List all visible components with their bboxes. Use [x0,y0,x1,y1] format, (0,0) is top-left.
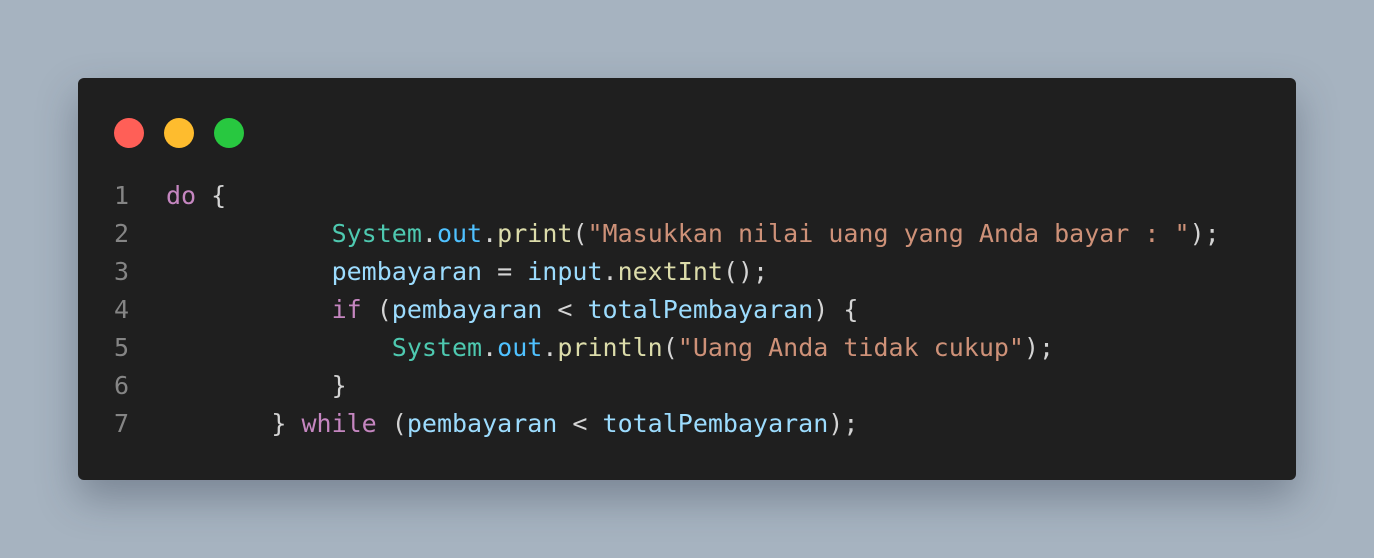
code-line: 6 } [78,367,1296,405]
line-number: 1 [114,181,130,210]
code-line: 3 pembayaran = input.nextInt(); [78,253,1296,291]
line-number: 5 [114,333,130,362]
line-number: 4 [114,295,130,324]
code-token: while [301,409,377,438]
code-line: 4 if (pembayaran < totalPembayaran) { [78,291,1296,329]
code-token: out [497,333,543,362]
code-text: System.out.print("Masukkan nilai uang ya… [166,215,1220,253]
code-token: System [331,219,422,248]
code-text: System.out.println("Uang Anda tidak cuku… [166,329,1054,367]
code-token: = [482,257,528,286]
code-token: ( [376,409,407,438]
code-token: print [497,219,573,248]
code-token: < [557,409,603,438]
line-number: 2 [114,219,130,248]
code-line: 2 System.out.print("Masukkan nilai uang … [78,215,1296,253]
code-token: "Masukkan nilai uang yang Anda bayar : " [587,219,1190,248]
code-text: pembayaran = input.nextInt(); [166,253,769,291]
code-token: totalPembayaran [587,295,814,324]
code-token: println [557,333,663,362]
code-token: . [482,333,498,362]
code-token: pembayaran [391,295,543,324]
code-token: { [196,181,227,210]
line-number: 3 [114,257,130,286]
code-token: do [166,181,197,210]
code-token: totalPembayaran [602,409,829,438]
code-token: } [271,409,302,438]
code-token: ); [1189,219,1220,248]
code-token: ); [1023,333,1055,362]
code-line: 5 System.out.println("Uang Anda tidak cu… [78,329,1296,367]
line-number: 7 [114,409,130,438]
code-text: } while (pembayaran < totalPembayaran); [166,405,858,443]
code-token: pembayaran [331,257,483,286]
code-token: . [482,219,498,248]
code-token: . [602,257,618,286]
code-token: < [542,295,588,324]
code-token: System [391,333,483,362]
code-text: if (pembayaran < totalPembayaran) { [166,291,859,329]
code-window: 1 do {2 System.out.print("Masukkan nilai … [78,78,1296,480]
code-token: (); [722,257,769,286]
code-text: } [166,367,347,405]
line-number: 6 [114,371,130,400]
code-block: 1 do {2 System.out.print("Masukkan nilai … [78,177,1296,443]
code-token: "Uang Anda tidak cukup" [677,333,1024,362]
code-token: ( [572,219,588,248]
code-line: 1 do { [78,177,1296,215]
code-token: } [331,371,347,400]
code-token: if [331,295,362,324]
code-line: 7 } while (pembayaran < totalPembayaran)… [78,405,1296,443]
minimize-dot-icon[interactable] [164,118,194,148]
close-dot-icon[interactable] [114,118,144,148]
code-token: . [421,219,437,248]
code-token: ) { [813,295,859,324]
code-token: ); [828,409,859,438]
code-token: . [542,333,558,362]
code-token: pembayaran [406,409,558,438]
code-text: do { [166,177,226,215]
code-token: ( [662,333,678,362]
code-token: ( [361,295,392,324]
maximize-dot-icon[interactable] [214,118,244,148]
code-token: out [436,219,483,248]
code-token: input [527,257,603,286]
code-token: nextInt [617,257,723,286]
